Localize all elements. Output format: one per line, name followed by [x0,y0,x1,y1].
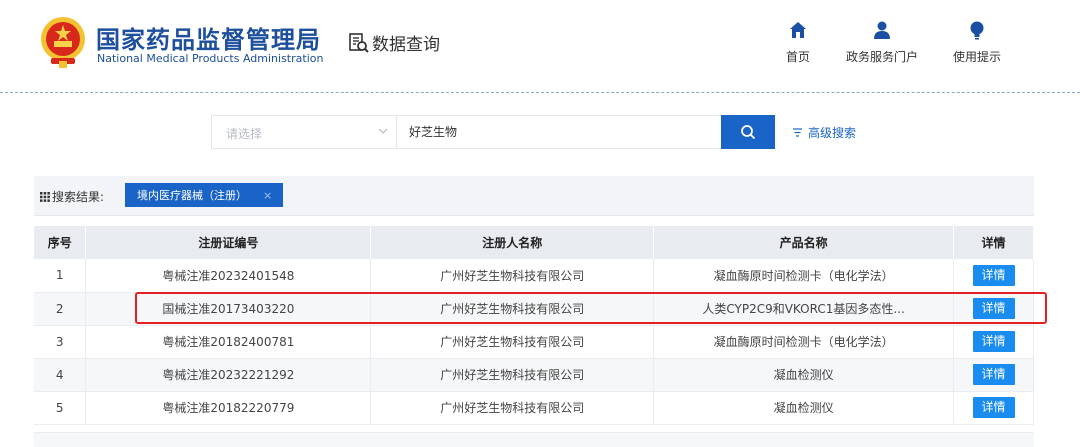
home-icon [790,22,806,38]
cell-no: 1 [34,259,87,293]
results-title: 搜索结果: [40,188,104,205]
col-header-registrant: 注册人名称 [370,226,655,259]
table-footer [34,432,1034,447]
search-icon [741,125,756,140]
cell-registrant: 广州好芝生物科技有限公司 [370,259,655,293]
cell-no: 2 [34,292,87,326]
site-header: 国家药品监督管理局 National Medical Products Admi… [0,0,1080,92]
category-select-placeholder: 请选择 [226,127,263,141]
cell-detail: 详情 [953,325,1034,359]
cell-reg-no: 粤械注准20182220779 [85,391,372,425]
cell-no: 3 [34,325,87,359]
col-header-no: 序号 [34,226,87,259]
table-row: 2 国械注准20173403220 广州好芝生物科技有限公司 人类CYP2C9和… [34,292,1034,326]
data-query-icon [349,32,369,53]
results-bar: 搜索结果: 境内医疗器械（注册） × [34,176,1034,216]
advanced-search-label: 高级搜索 [808,126,857,140]
nav-home[interactable]: 首页 [758,20,838,65]
tag-close-icon[interactable]: × [263,189,272,202]
cell-product: 凝血检测仪 [653,358,955,392]
col-header-product: 产品名称 [653,226,955,259]
cell-product: 凝血酶原时间检测卡（电化学法） [653,325,955,359]
results-title-label: 搜索结果: [52,190,105,204]
cell-registrant: 广州好芝生物科技有限公司 [370,391,655,425]
module-label: 数据查询 [372,35,440,55]
table-row: 5 粤械注准20182220779 广州好芝生物科技有限公司 凝血检测仪 详情 [34,391,1034,425]
cell-detail: 详情 [953,358,1034,392]
cell-no: 5 [34,391,87,425]
filter-icon [793,128,802,137]
table-row: 3 粤械注准20182400781 广州好芝生物科技有限公司 凝血酶原时间检测卡… [34,325,1034,359]
category-select[interactable]: 请选择 [211,115,396,149]
result-category-tag-label: 境内医疗器械（注册） [137,189,247,202]
cell-detail: 详情 [953,259,1034,293]
header-divider [0,92,1080,93]
col-header-detail: 详情 [953,226,1034,259]
cell-no: 4 [34,358,87,392]
cell-reg-no: 国械注准20173403220 [85,292,372,326]
agency-name-cn[interactable]: 国家药品监督管理局 [96,20,321,55]
table-header-row: 序号 注册证编号 注册人名称 产品名称 详情 [34,226,1034,259]
detail-button[interactable]: 详情 [972,264,1015,286]
cell-product: 人类CYP2C9和VKORC1基因多态性... [653,292,955,326]
chevron-down-icon [378,128,388,134]
user-icon [874,21,890,39]
nav-service-portal[interactable]: 政务服务门户 [842,20,922,65]
cell-reg-no: 粤械注准20182400781 [85,325,372,359]
nav-service-portal-label: 政务服务门户 [845,50,918,64]
national-emblem-icon [41,17,85,68]
result-category-tag[interactable]: 境内医疗器械（注册） × [125,183,283,207]
cell-registrant: 广州好芝生物科技有限公司 [370,358,655,392]
cell-product: 凝血检测仪 [653,391,955,425]
detail-button[interactable]: 详情 [972,331,1015,352]
cell-reg-no: 粤械注准20232221292 [85,358,372,392]
cell-detail: 详情 [953,292,1034,326]
detail-button[interactable]: 详情 [972,298,1015,319]
col-header-reg-no: 注册证编号 [85,226,372,259]
nav-usage-tips[interactable]: 使用提示 [937,20,1017,65]
table-row: 4 粤械注准20232221292 广州好芝生物科技有限公司 凝血检测仪 详情 [34,358,1034,392]
detail-button[interactable]: 详情 [972,364,1015,385]
module-title: 数据查询 [348,30,440,55]
nav-home-label: 首页 [785,50,810,64]
search-button[interactable] [721,115,775,149]
advanced-search-link[interactable]: 高级搜索 [792,124,856,141]
detail-button[interactable]: 详情 [972,397,1015,418]
bulb-icon [970,21,984,40]
cell-detail: 详情 [953,391,1034,425]
cell-reg-no: 粤械注准20232401548 [85,259,372,293]
cell-registrant: 广州好芝生物科技有限公司 [370,325,655,359]
agency-name-en[interactable]: National Medical Products Administration [97,52,323,65]
table-row: 1 粤械注准20232401548 广州好芝生物科技有限公司 凝血酶原时间检测卡… [34,259,1034,293]
cell-registrant: 广州好芝生物科技有限公司 [370,292,655,326]
search-input[interactable]: 好芝生物 [396,115,722,149]
grid-icon [40,191,50,202]
cell-product: 凝血酶原时间检测卡（电化学法） [653,259,955,293]
nav-usage-tips-label: 使用提示 [952,50,1001,64]
results-table: 序号 注册证编号 注册人名称 产品名称 详情 1 粤械注准20232401548… [34,226,1034,425]
